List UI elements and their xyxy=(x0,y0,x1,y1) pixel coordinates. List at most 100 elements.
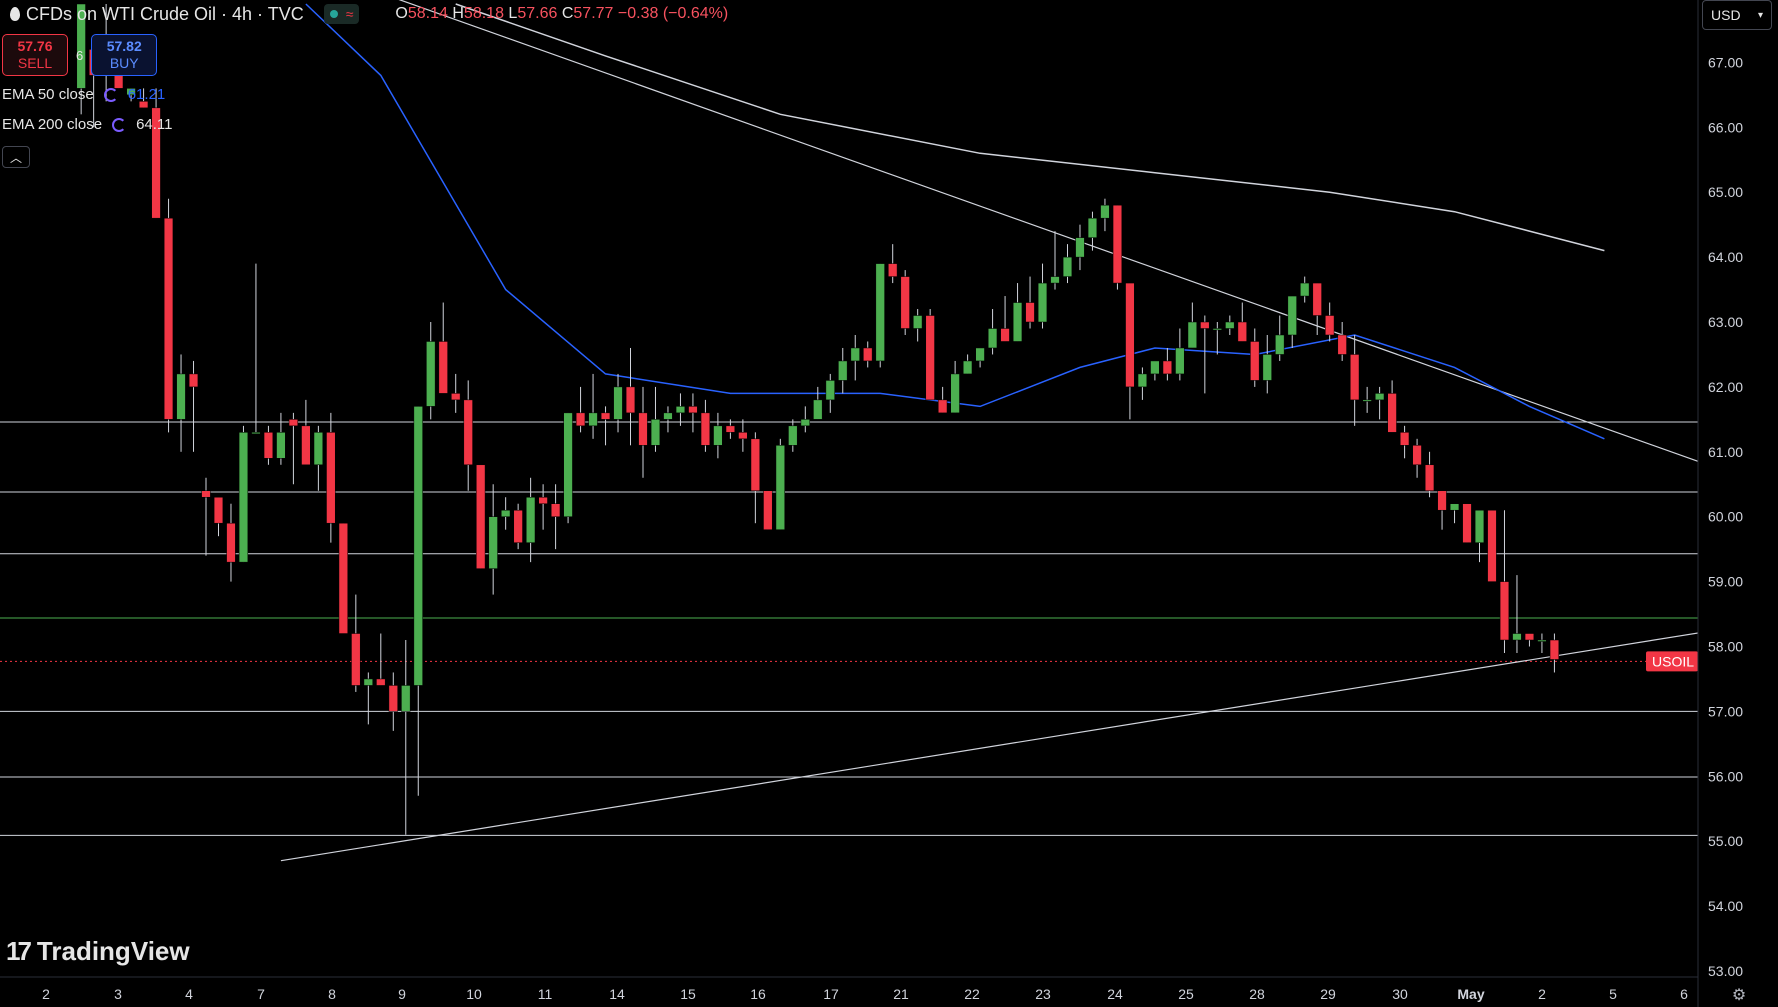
candle xyxy=(1524,633,1535,647)
collapse-legend-button[interactable]: ︿ xyxy=(2,146,30,168)
candle xyxy=(463,380,473,491)
candle-body xyxy=(251,432,261,435)
candle-body xyxy=(613,386,623,420)
candle-body xyxy=(163,217,174,420)
ema200-line xyxy=(455,3,1605,252)
candle-body xyxy=(588,412,598,427)
candle-body xyxy=(813,399,823,420)
candle-body xyxy=(301,425,311,466)
indicator-ema200[interactable]: EMA 200 close 64.11 xyxy=(2,116,173,133)
candle-body xyxy=(1524,633,1535,641)
candle xyxy=(263,425,274,465)
candle xyxy=(526,477,536,563)
tradingview-logo[interactable]: 17 TradingView xyxy=(6,936,190,967)
candle-body xyxy=(1499,581,1510,641)
chevron-down-icon: ▾ xyxy=(1757,9,1763,21)
candle-body xyxy=(1250,341,1260,381)
candle-body xyxy=(550,503,561,517)
gear-icon[interactable]: ⚙ xyxy=(1728,984,1750,1006)
candle xyxy=(1212,322,1222,355)
candle-body xyxy=(1287,295,1297,336)
price-chart[interactable]: 61.4660.3859.4358.4457.0055.9955.09USOIL… xyxy=(0,0,1778,1007)
indicator-ema50[interactable]: EMA 50 close 61.21 xyxy=(2,86,165,103)
candle-body xyxy=(338,522,348,634)
candle-body xyxy=(1387,393,1397,433)
candle-body xyxy=(476,464,486,569)
candle-body xyxy=(1424,464,1435,491)
price-axis xyxy=(1698,0,1778,1007)
candle-body xyxy=(1112,204,1123,284)
candle-body xyxy=(351,633,361,686)
candle xyxy=(563,412,573,524)
candle xyxy=(476,464,486,569)
candle xyxy=(850,334,860,381)
candle-body xyxy=(763,490,773,530)
candle xyxy=(775,438,785,530)
candle-body xyxy=(1362,399,1372,402)
candle-body xyxy=(176,373,186,420)
candle xyxy=(987,309,998,355)
candle xyxy=(1462,503,1472,543)
price-tick-label: 62.00 xyxy=(1708,379,1743,395)
time-tick-label: 21 xyxy=(893,986,909,1002)
buy-button[interactable]: 57.82 BUY xyxy=(91,34,158,76)
candle-body xyxy=(451,393,461,401)
candle xyxy=(900,270,910,335)
candle-body xyxy=(1275,334,1285,355)
candle-body xyxy=(463,399,473,466)
price-tick-label: 61.00 xyxy=(1708,444,1743,460)
candle xyxy=(1112,204,1123,290)
candle-body xyxy=(1449,503,1460,511)
candle-body xyxy=(326,432,336,524)
time-tick-label: 11 xyxy=(538,986,553,1002)
candle-body xyxy=(1050,276,1060,284)
candle xyxy=(1150,360,1160,381)
candle xyxy=(825,373,835,413)
candle-body xyxy=(1162,360,1172,375)
candle-body xyxy=(1000,328,1010,342)
candle xyxy=(501,497,511,530)
candle xyxy=(575,386,586,433)
candle-body xyxy=(1350,354,1360,401)
candle xyxy=(213,496,224,537)
candle-body xyxy=(1200,321,1210,329)
downtrend-trendline xyxy=(398,0,1778,491)
candle-body xyxy=(276,432,286,459)
candle xyxy=(201,477,211,556)
candle-body xyxy=(313,432,323,466)
candle xyxy=(1137,367,1148,400)
time-tick-label: 2 xyxy=(1538,986,1546,1002)
candle-body xyxy=(226,522,236,563)
candle-body xyxy=(488,516,498,569)
candle-body xyxy=(700,412,711,446)
candle xyxy=(788,419,798,452)
candle xyxy=(301,399,311,466)
candle xyxy=(688,393,698,433)
candle-body xyxy=(675,406,686,414)
currency-select[interactable]: USD ▾ xyxy=(1702,0,1772,30)
candle-body xyxy=(1150,360,1160,375)
candle xyxy=(1187,302,1197,349)
price-tick-label: 63.00 xyxy=(1708,314,1743,330)
sell-button[interactable]: 57.76 SELL xyxy=(2,34,68,76)
price-tick-label: 57.00 xyxy=(1708,703,1743,719)
time-tick-label: 28 xyxy=(1249,986,1265,1002)
candle xyxy=(488,484,498,595)
candle-body xyxy=(1512,633,1522,641)
candle-body xyxy=(1025,302,1035,323)
candle xyxy=(663,406,673,433)
candle xyxy=(888,244,898,284)
candle xyxy=(326,412,336,543)
ohlc-readout: O58.14 H58.18 L57.66 C57.77 −0.38 (−0.64… xyxy=(395,5,729,22)
candle-body xyxy=(1137,373,1148,388)
candle xyxy=(1350,334,1360,426)
candle-body xyxy=(1549,639,1560,660)
candle xyxy=(288,412,299,485)
market-status[interactable]: ≈ xyxy=(323,4,360,24)
candle xyxy=(1412,438,1422,478)
price-tick-label: 56.00 xyxy=(1708,768,1743,784)
symbol-title[interactable]: CFDs on WTI Crude Oil · 4h · TVC xyxy=(26,4,304,25)
candle xyxy=(875,263,885,368)
candle-body xyxy=(838,360,848,381)
candle-body xyxy=(863,347,873,362)
